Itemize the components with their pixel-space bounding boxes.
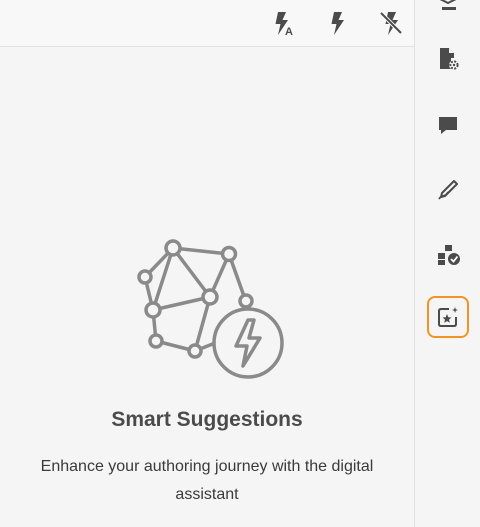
empty-state-title: Smart Suggestions: [111, 408, 303, 431]
comment-icon: [439, 117, 457, 134]
rail-item-review-workflow[interactable]: [427, 233, 469, 275]
panel-toolbar: A: [0, 0, 414, 47]
rail-item-comments[interactable]: [427, 104, 469, 146]
network-lightning-icon: [137, 239, 284, 379]
rail-item-edit[interactable]: [427, 169, 469, 211]
smart-suggestions-icon: [438, 307, 458, 327]
svg-text:A: A: [285, 26, 293, 37]
pen-edit-icon: [438, 180, 458, 200]
layers-icon: [439, 0, 457, 10]
smart-suggestions-panel: A Smart Suggestions Enhance your authori…: [0, 0, 414, 527]
flash-off-button[interactable]: [377, 9, 405, 37]
file-settings-icon: [440, 48, 459, 70]
empty-state-description: Enhance your authoring journey with the …: [40, 458, 374, 503]
flash-off-icon: [379, 11, 403, 35]
right-rail: [415, 0, 480, 527]
rail-item-layers[interactable]: [427, 0, 469, 24]
rail-item-smart-suggestions[interactable]: [427, 296, 469, 338]
flash-auto-icon: A: [275, 12, 293, 37]
flash-button[interactable]: [323, 9, 351, 37]
flash-icon: [331, 12, 344, 35]
rail-item-file-settings[interactable]: [427, 38, 469, 80]
review-workflow-icon: [438, 245, 460, 265]
smart-suggestions-window: A Smart Suggestions Enhance your authori…: [0, 0, 480, 527]
flash-auto-button[interactable]: A: [270, 9, 298, 37]
network-lightning-illustration: [133, 237, 285, 382]
